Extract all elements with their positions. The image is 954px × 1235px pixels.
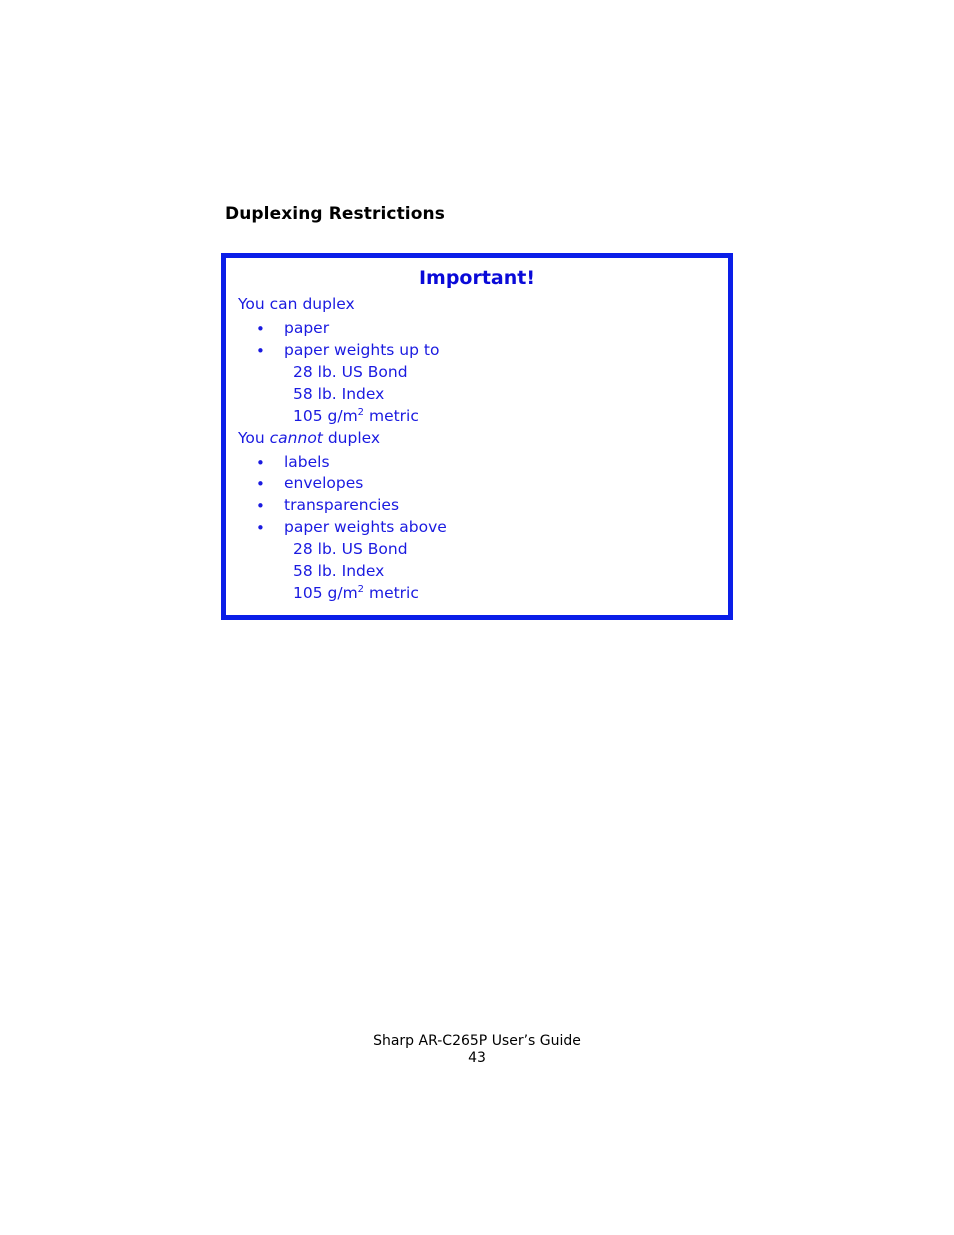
weight-spec-base: 105 g/m (293, 584, 358, 602)
weight-spec: 105 g/m2 metric (293, 407, 419, 425)
bullet-icon: • (256, 320, 265, 338)
bullet-icon: • (256, 475, 265, 493)
list-item-label: labels (284, 453, 330, 471)
list-item-label: paper weights above (284, 518, 447, 536)
can-duplex-lead: You can duplex (238, 295, 355, 313)
list-item-label: transparencies (284, 496, 400, 514)
weight-spec-base: 105 g/m (293, 407, 358, 425)
section-title: Duplexing Restrictions (225, 204, 445, 224)
footer-guide-title: Sharp AR-C265P User’s Guide (373, 1033, 581, 1049)
weight-spec: 28 lb. US Bond (293, 363, 408, 381)
cannot-duplex-lead: You cannot duplex (238, 429, 380, 447)
bullet-icon: • (256, 519, 265, 537)
footer-page-number: 43 (468, 1050, 486, 1066)
bullet-icon: • (256, 342, 265, 360)
weight-spec: 105 g/m2 metric (293, 584, 419, 602)
lead-prefix: You (238, 429, 270, 447)
lead-suffix: duplex (297, 295, 355, 313)
important-title: Important! (418, 267, 536, 289)
weight-spec-suffix: metric (364, 584, 419, 602)
list-item-label: paper weights up to (284, 341, 440, 359)
weight-spec-suffix: metric (364, 407, 419, 425)
list-item-label: paper (284, 319, 330, 337)
bullet-icon: • (256, 454, 265, 472)
important-notice-box: Important! You can duplex • paper • pape… (221, 253, 733, 620)
list-item-label: envelopes (284, 474, 364, 492)
weight-spec: 28 lb. US Bond (293, 540, 408, 558)
weight-spec: 58 lb. Index (293, 562, 385, 580)
weight-spec: 58 lb. Index (293, 385, 385, 403)
lead-emphasis: cannot (269, 429, 323, 447)
lead-emphasis: can (269, 295, 298, 313)
bullet-icon: • (256, 497, 265, 515)
lead-prefix: You (238, 295, 270, 313)
lead-suffix: duplex (322, 429, 381, 447)
